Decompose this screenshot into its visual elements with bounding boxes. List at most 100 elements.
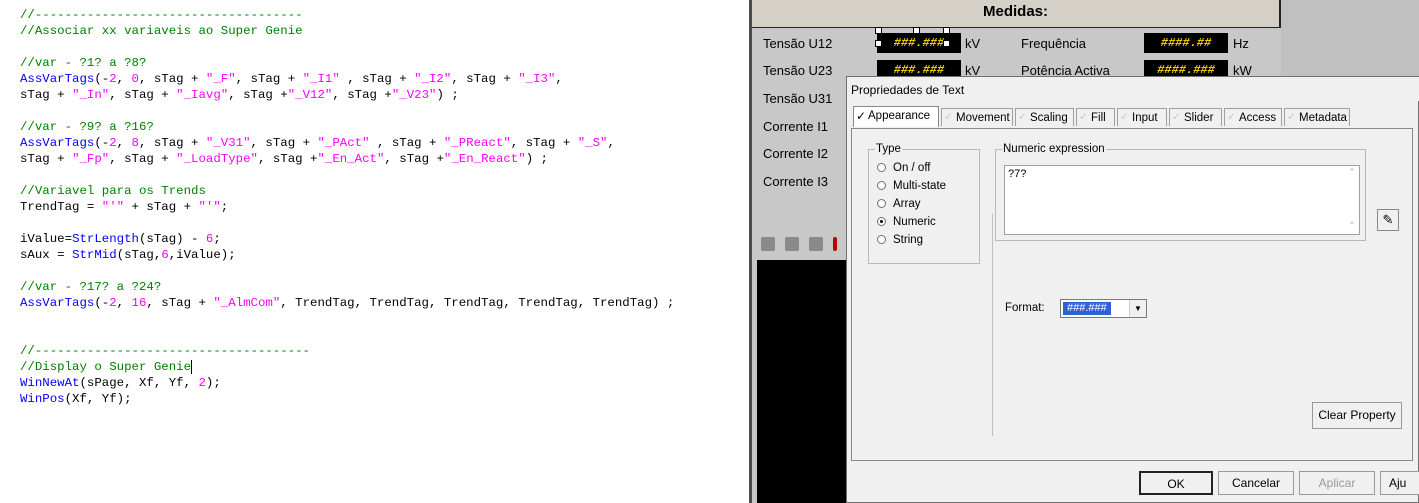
apply-button[interactable]: Aplicar <box>1299 471 1375 495</box>
code-line: //------------------------------------- <box>20 343 310 359</box>
code-token: //------------------------------------- <box>20 344 310 358</box>
print-preview-icon[interactable] <box>785 237 799 251</box>
selection-handle[interactable] <box>943 27 950 34</box>
text-caret <box>191 359 193 374</box>
check-icon: ✓ <box>1120 112 1129 123</box>
code-token: WinNewAt <box>20 376 80 390</box>
label-corrente-i2: Corrente I2 <box>763 146 829 161</box>
check-icon: ✓ <box>1018 112 1027 123</box>
help-button[interactable]: Aju <box>1380 471 1419 495</box>
code-token: 8 <box>131 136 139 150</box>
code-token: StrMid <box>72 248 117 262</box>
tab-label: Movement <box>956 112 1010 124</box>
code-token: AssVarTags <box>20 136 95 150</box>
code-line: sAux = StrMid(sTag,6,iValue); <box>20 247 236 263</box>
code-token: "_In" <box>72 88 110 102</box>
code-line: //var - ?1? a ?8? <box>20 55 146 71</box>
label-tensao-u31: Tensão U31 <box>763 91 833 106</box>
save-icon[interactable] <box>809 237 823 251</box>
check-icon: ✓ <box>1287 112 1296 123</box>
selection-handle[interactable] <box>875 40 882 47</box>
tab-appearance[interactable]: ✓ Appearance <box>853 106 939 127</box>
scroll-up-icon[interactable]: ⌃ <box>1345 167 1359 178</box>
code-token: , sTag + <box>369 136 444 150</box>
selection-handle[interactable] <box>913 27 920 34</box>
selection-handle[interactable] <box>943 40 950 47</box>
code-token: (sTag, <box>116 248 162 262</box>
properties-dialog: Propriedades de Text ✓ Appearance ✓ Moveme… <box>846 76 1419 503</box>
code-line: //Associar xx variaveis ao Super Genie <box>20 23 303 39</box>
tab-scaling[interactable]: ✓ Scaling <box>1015 108 1074 126</box>
code-token: "'" <box>101 200 125 214</box>
cancel-button[interactable]: Cancelar <box>1218 471 1294 495</box>
type-group-label: Type <box>875 142 902 156</box>
tab-fill[interactable]: ✓ Fill <box>1076 108 1115 126</box>
tab-input[interactable]: ✓ Input <box>1117 108 1167 126</box>
code-token: (- <box>94 72 110 86</box>
scroll-down-icon[interactable]: ⌄ <box>1345 216 1359 227</box>
code-token: "_F" <box>205 72 236 86</box>
code-line: WinNewAt(sPage, Xf, Yf, 2); <box>20 375 221 391</box>
tab-slider[interactable]: ✓ Slider <box>1169 108 1222 126</box>
code-token: , sTag + <box>146 296 214 310</box>
code-line: sTag + "_In", sTag + "_Iavg", sTag +"_V1… <box>20 87 459 103</box>
code-token: ; <box>220 200 229 214</box>
code-line: //------------------------------------ <box>20 7 303 23</box>
code-token: , <box>116 72 132 86</box>
label-tensao-u12: Tensão U12 <box>763 36 833 51</box>
format-label: Format: <box>1005 302 1045 314</box>
type-group: Type On / off Multi-state Array Numeric … <box>868 142 980 264</box>
numeric-expression-input[interactable]: ?7? ⌃ ⌄ <box>1004 165 1360 235</box>
code-token: (Xf, Yf); <box>64 392 132 406</box>
code-token: AssVarTags <box>20 296 95 310</box>
code-token: + sTag + <box>124 200 199 214</box>
measurements-header: Medidas: <box>752 0 1281 28</box>
code-token: "_Fp" <box>72 152 110 166</box>
code-token: //var - ?17? a ?24? <box>20 280 162 294</box>
expression-wizard-button[interactable]: ✎ <box>1377 209 1399 231</box>
code-line: AssVarTags(-2, 8, sTag + "_V31", sTag + … <box>20 135 615 151</box>
code-token: "_LoadType" <box>176 152 258 166</box>
code-line: iValue=StrLength(sTag) - 6; <box>20 231 221 247</box>
hmi-right-area <box>1281 0 1419 80</box>
code-token: ; <box>213 232 221 246</box>
expression-group: Numeric expression ?7? ⌃ ⌄ <box>995 142 1366 241</box>
code-line: //var - ?9? a ?16? <box>20 119 154 135</box>
tab-metadata[interactable]: ✓ Metadata <box>1284 108 1350 126</box>
code-token: "_AlmCom" <box>213 296 281 310</box>
expression-group-label: Numeric expression <box>1002 142 1106 156</box>
value-display-frequencia[interactable]: ####.## <box>1144 33 1228 53</box>
clear-property-button[interactable]: Clear Property <box>1312 402 1402 429</box>
selection-handle[interactable] <box>875 27 882 34</box>
code-token: , sTag + <box>339 72 415 86</box>
radio-label: Multi-state <box>893 180 947 192</box>
code-token: , sTag + <box>228 88 288 102</box>
tab-label: Scaling <box>1030 112 1068 124</box>
code-token: "_S" <box>577 136 608 150</box>
tab-access[interactable]: ✓ Access <box>1224 108 1282 126</box>
code-token: (- <box>94 136 110 150</box>
code-line: //Variavel para os Trends <box>20 183 206 199</box>
format-select[interactable]: ###.### ▼ <box>1060 299 1147 318</box>
code-token: //var - ?1? a ?8? <box>20 56 147 70</box>
code-token: ); <box>205 376 221 390</box>
label-tensao-u23: Tensão U23 <box>763 63 833 78</box>
expression-scrollbar[interactable]: ⌃ ⌄ <box>1345 166 1359 234</box>
ok-button[interactable]: OK <box>1139 471 1213 495</box>
code-token: 16 <box>131 296 147 310</box>
code-token: sTag + <box>20 88 73 102</box>
code-editor[interactable]: //------------------------------------ //… <box>0 0 752 503</box>
check-icon: ✓ <box>1172 112 1181 123</box>
tab-panel-appearance: Type On / off Multi-state Array Numeric … <box>851 128 1413 461</box>
chevron-down-icon[interactable]: ▼ <box>1129 300 1146 317</box>
label-corrente-i1: Corrente I1 <box>763 119 829 134</box>
print-icon[interactable] <box>761 237 775 251</box>
tab-label: Metadata <box>1299 112 1347 124</box>
code-token: (sPage, Xf, Yf, <box>79 376 199 390</box>
code-token: "_V23" <box>391 88 437 102</box>
divider <box>992 214 993 436</box>
code-token: (sTag) - <box>138 232 206 246</box>
tab-label: Appearance <box>868 110 931 122</box>
trend-area <box>757 260 847 503</box>
tab-movement[interactable]: ✓ Movement <box>941 108 1013 126</box>
